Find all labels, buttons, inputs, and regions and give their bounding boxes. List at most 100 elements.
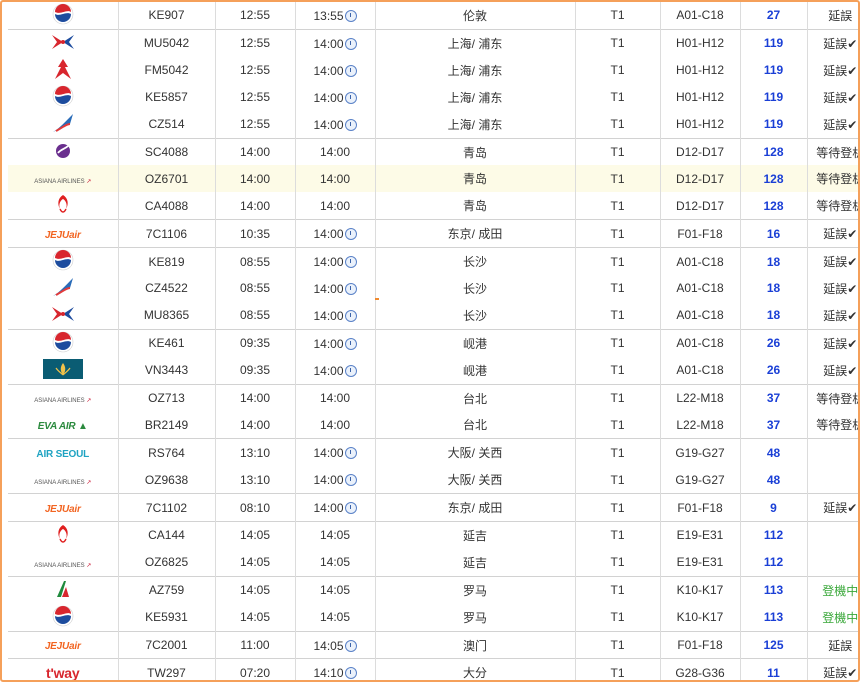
- table-row[interactable]: CZ514 12:55 14:00 上海/ 浦东 T1 H01-H12 119 …: [8, 110, 858, 139]
- terminal: T1: [574, 165, 660, 193]
- flight-number: TW297: [117, 658, 215, 680]
- terminal: T1: [574, 110, 660, 139]
- flight-number: AZ759: [117, 575, 215, 604]
- destination: 青岛: [374, 165, 575, 193]
- estimated-time: 14:00: [313, 255, 344, 270]
- table-row[interactable]: FM5042 12:55 14:00 上海/ 浦东 T1 H01-H12 119…: [8, 56, 858, 84]
- gate: 113: [739, 603, 807, 632]
- scheduled-time: 13:10: [214, 466, 295, 494]
- status-cell: 延誤✔: [806, 83, 858, 111]
- terminal: T1: [574, 301, 660, 330]
- gate: 128: [739, 137, 807, 166]
- table-row[interactable]: SC4088 14:00 14:00 青岛 T1 D12-D17 128 等待登…: [8, 137, 858, 166]
- table-row[interactable]: CA144 14:05 14:05 延吉 T1 E19-E31 112: [8, 521, 858, 549]
- gate: 18: [739, 301, 807, 330]
- scheduled-time: 12:55: [214, 110, 295, 139]
- status-cell: 延誤✔: [806, 110, 858, 139]
- terminal: T1: [574, 356, 660, 385]
- terminal: T1: [574, 521, 660, 549]
- table-row[interactable]: ASIANA AIRLINES ↗ OZ9638 13:10 14:00 大阪/…: [8, 466, 858, 494]
- table-row[interactable]: CA4088 14:00 14:00 青岛 T1 D12-D17 128 等待登…: [8, 192, 858, 220]
- shanghai-airlines-logo-icon: [52, 57, 74, 84]
- flight-number: VN3443: [117, 356, 215, 385]
- airline-logo-cell: [8, 302, 118, 329]
- flight-number: 7C1102: [117, 493, 215, 522]
- scheduled-time: 10:35: [214, 219, 295, 248]
- status-text: 延誤: [823, 36, 848, 51]
- estimated-time-cell: 14:00: [294, 56, 375, 84]
- china-southern-logo-icon: [50, 276, 76, 301]
- estimated-time-cell: 14:05: [294, 548, 375, 577]
- estimated-time: 14:00: [319, 198, 351, 213]
- gate: 113: [739, 575, 807, 604]
- estimated-time: 14:00: [319, 171, 351, 186]
- scheduled-time: 12:55: [214, 28, 295, 57]
- checkin-counter: F01-F18: [659, 493, 740, 522]
- scheduled-time: 09:35: [214, 356, 295, 385]
- flight-number: CZ4522: [117, 275, 215, 302]
- table-row[interactable]: AZ759 14:05 14:05 罗马 T1 K10-K17 113 登機中: [8, 575, 858, 604]
- table-row[interactable]: KE5931 14:05 14:05 罗马 T1 K10-K17 113 登機中: [8, 603, 858, 632]
- flight-number: BR2149: [117, 411, 215, 439]
- estimated-time-cell: 14:00: [294, 247, 375, 276]
- table-row[interactable]: AIR SEOUL RS764 13:10 14:00 大阪/ 关西 T1 G1…: [8, 438, 858, 467]
- table-row[interactable]: ASIANA AIRLINES ↗ OZ6701 14:00 14:00 青岛 …: [8, 165, 858, 193]
- destination: 大阪/ 关西: [374, 466, 575, 494]
- table-row[interactable]: ASIANA AIRLINES ↗ OZ6825 14:05 14:05 延吉 …: [8, 548, 858, 577]
- destination: 罗马: [374, 603, 575, 632]
- checkin-counter: F01-F18: [659, 219, 740, 248]
- korean-air-logo-icon: [52, 249, 74, 274]
- table-row[interactable]: ASIANA AIRLINES ↗ OZ713 14:00 14:00 台北 T…: [8, 383, 858, 412]
- estimated-time-cell: 14:00: [294, 137, 375, 166]
- delay-check-icon: ✔: [847, 501, 858, 516]
- status-cell: 等待登机: [806, 137, 858, 166]
- estimated-time-cell: 14:00: [294, 466, 375, 494]
- scheduled-time: 12:55: [214, 83, 295, 111]
- table-row[interactable]: JEJUair 7C1106 10:35 14:00 东京/ 成田 T1 F01…: [8, 219, 858, 248]
- estimated-time-cell: 14:00: [294, 328, 375, 357]
- terminal: T1: [574, 192, 660, 220]
- delay-clock-icon: [344, 639, 357, 652]
- destination: 长沙: [374, 275, 575, 302]
- table-row[interactable]: KE5857 12:55 14:00 上海/ 浦东 T1 H01-H12 119…: [8, 83, 858, 111]
- terminal: T1: [574, 411, 660, 439]
- table-row[interactable]: KE819 08:55 14:00 长沙 T1 A01-C18 18 延誤✔: [8, 247, 858, 276]
- vietnam-airlines-logo-icon: [42, 358, 83, 382]
- checkin-counter: A01-C18: [659, 2, 740, 30]
- table-row[interactable]: JEJUair 7C2001 11:00 14:05 澳门 T1 F01-F18…: [8, 630, 858, 659]
- table-row[interactable]: CZ4522 08:55 14:00 长沙 T1 A01-C18 18 延誤✔: [8, 275, 858, 302]
- estimated-time-cell: 14:00: [294, 219, 375, 248]
- table-row[interactable]: EVA AIR ▲ BR2149 14:00 14:00 台北 T1 L22-M…: [8, 411, 860, 439]
- airline-logo-cell: ASIANA AIRLINES ↗: [8, 383, 118, 412]
- table-row[interactable]: MU5042 12:55 14:00 上海/ 浦东 T1 H01-H12 119…: [8, 28, 858, 57]
- estimated-time-cell: 14:00: [294, 275, 375, 302]
- airline-logo-cell: JEJUair: [8, 493, 118, 522]
- table-row[interactable]: KE907 12:55 13:55 伦敦 T1 A01-C18 27 延誤: [8, 2, 858, 30]
- table-row[interactable]: KE461 09:35 14:00 岘港 T1 A01-C18 26 延誤✔: [8, 328, 858, 357]
- delay-clock-icon: [344, 118, 357, 131]
- status-cell: 延誤✔: [806, 356, 858, 385]
- destination: 青岛: [374, 192, 575, 220]
- status-cell: [806, 548, 858, 577]
- table-row[interactable]: MU8365 08:55 14:00 长沙 T1 A01-C18 18 延誤✔: [8, 301, 858, 330]
- asiana-logo-icon: ASIANA AIRLINES ↗: [34, 480, 92, 487]
- flight-number: KE461: [117, 328, 215, 357]
- gate: 26: [739, 356, 807, 385]
- estimated-time-cell: 14:05: [294, 575, 375, 604]
- scheduled-time: 13:10: [214, 438, 295, 467]
- gate: 119: [739, 56, 807, 84]
- status-text: 等待登机: [816, 418, 860, 433]
- flight-number: CA144: [117, 521, 215, 549]
- checkin-counter: D12-D17: [659, 192, 740, 220]
- estimated-time-cell: 14:00: [294, 192, 375, 220]
- delay-check-icon: ✔: [847, 227, 858, 242]
- table-row[interactable]: VN3443 09:35 14:00 岘港 T1 A01-C18 26 延誤✔: [8, 356, 858, 385]
- table-row[interactable]: JEJUair 7C1102 08:10 14:00 东京/ 成田 T1 F01…: [8, 493, 858, 522]
- table-row[interactable]: t'way TW297 07:20 14:10 大分 T1 G28-G36 11…: [8, 658, 858, 680]
- flight-number: RS764: [117, 438, 215, 467]
- air-china-logo-icon: [53, 193, 73, 218]
- scheduled-time: 14:00: [214, 165, 295, 193]
- scheduled-time: 14:00: [214, 383, 295, 412]
- flight-number: KE5931: [117, 603, 215, 632]
- terminal: T1: [574, 247, 660, 276]
